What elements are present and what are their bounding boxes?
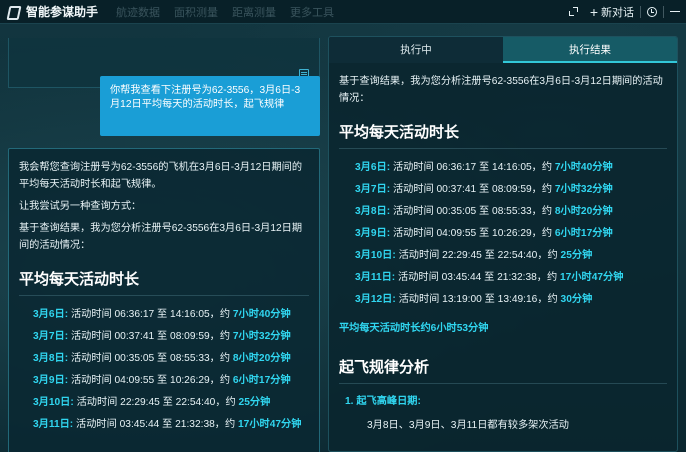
result-panel: 执行中 执行结果 基于查询结果，我为您分析注册号62-3556在3月6日-3月1…	[328, 36, 678, 452]
row-date: 3月12日:	[355, 294, 396, 305]
row-duration: 7小时40分钟	[554, 162, 613, 173]
result-body[interactable]: 基于查询结果，我为您分析注册号62-3556在3月6日-3月12日期间的活动情况…	[329, 63, 677, 436]
tab-result[interactable]: 执行结果	[503, 37, 677, 63]
title-bar: 智能参谋助手 航迹数据 面积测量 距离测量 更多工具 + 新对话	[0, 0, 686, 24]
activity-row: 3月11日: 活动时间 03:45:44 至 21:32:38，约 17小时47…	[19, 414, 309, 436]
history-button[interactable]	[641, 0, 663, 24]
tab-running[interactable]: 执行中	[329, 37, 503, 63]
result-tabs: 执行中 执行结果	[329, 37, 677, 63]
section-heading: 起飞规律分析	[339, 356, 667, 384]
row-text: 活动时间 00:35:05 至 08:55:33，约	[68, 353, 233, 364]
row-duration: 25分钟	[560, 250, 593, 261]
row-date: 3月10日:	[33, 397, 74, 408]
app-logo-icon	[6, 5, 20, 19]
row-duration: 7小时40分钟	[232, 309, 291, 320]
user-message-bubble: 你帮我查看下注册号为62-3556，3月6日-3月12日平均每天的活动时长，起飞…	[100, 76, 320, 136]
row-duration: 8小时20分钟	[554, 206, 613, 217]
bg-tab: 面积测量	[174, 6, 219, 19]
row-text: 活动时间 03:45:44 至 21:32:38，约	[395, 272, 560, 283]
row-date: 3月6日:	[355, 162, 391, 173]
activity-row: 3月9日: 活动时间 04:09:55 至 10:26:29，约 6小时17分钟	[339, 223, 667, 245]
activity-row: 3月11日: 活动时间 03:45:44 至 21:32:38，约 17小时47…	[339, 267, 667, 289]
row-date: 3月6日:	[33, 309, 69, 320]
activity-row: 3月10日: 活动时间 22:29:45 至 22:54:40，约 25分钟	[339, 245, 667, 267]
section-heading: 平均每天活动时长	[339, 121, 667, 149]
minimize-button[interactable]	[664, 0, 686, 24]
row-text: 活动时间 04:09:55 至 10:26:29，约	[390, 228, 555, 239]
row-date: 3月10日:	[355, 250, 396, 261]
app-title: 智能参谋助手	[26, 5, 99, 19]
row-text: 活动时间 06:36:17 至 14:16:05，约	[68, 309, 233, 320]
row-duration: 6小时17分钟	[554, 228, 613, 239]
row-duration: 7小时32分钟	[554, 184, 613, 195]
section-heading: 平均每天活动时长	[19, 268, 309, 296]
assistant-message-card: 我会帮您查询注册号为62-3556的飞机在3月6日-3月12日期间的平均每天活动…	[8, 148, 320, 452]
row-date: 3月9日:	[355, 228, 391, 239]
row-date: 3月8日:	[33, 353, 69, 364]
activity-row: 3月6日: 活动时间 06:36:17 至 14:16:05，约 7小时40分钟	[19, 304, 309, 326]
minimize-icon	[670, 10, 680, 13]
expand-icon	[568, 7, 578, 16]
background-tool-tabs: 航迹数据 面积测量 距离测量 更多工具	[116, 4, 334, 20]
clock-icon	[647, 6, 657, 17]
assistant-text: 我会帮您查询注册号为62-3556的飞机在3月6日-3月12日期间的平均每天活动…	[19, 162, 303, 190]
expand-button[interactable]	[563, 0, 584, 24]
activity-row: 3月10日: 活动时间 22:29:45 至 22:54:40，约 25分钟	[19, 392, 309, 414]
row-date: 3月11日:	[355, 272, 396, 283]
bg-tab: 航迹数据	[116, 6, 161, 19]
plus-icon: +	[589, 3, 598, 20]
row-duration: 25分钟	[238, 397, 271, 408]
row-duration: 17小时47分钟	[559, 272, 624, 283]
activity-row: 3月8日: 活动时间 00:35:05 至 08:55:33，约 8小时20分钟	[19, 348, 309, 370]
row-duration: 17小时47分钟	[237, 419, 302, 430]
row-date: 3月7日:	[33, 331, 69, 342]
bg-tab: 更多工具	[290, 6, 335, 19]
row-text: 活动时间 03:45:44 至 21:32:38，约	[73, 419, 238, 430]
row-date: 3月11日:	[33, 419, 74, 430]
average-summary: 平均每天活动时长约6小时53分钟	[339, 323, 489, 334]
row-text: 活动时间 13:19:00 至 13:49:16，约	[395, 294, 561, 305]
row-text: 活动时间 22:29:45 至 22:54:40，约	[395, 250, 561, 261]
row-duration: 30分钟	[560, 294, 593, 305]
row-duration: 7小时32分钟	[232, 331, 291, 342]
list-item: 1. 起飞高峰日期:	[345, 396, 421, 407]
activity-row: 3月8日: 活动时间 00:35:05 至 08:55:33，约 8小时20分钟	[339, 201, 667, 223]
activity-row: 3月9日: 活动时间 04:09:55 至 10:26:29，约 6小时17分钟	[19, 370, 309, 392]
row-text: 活动时间 00:37:41 至 08:09:59，约	[390, 184, 555, 195]
bg-tab: 距离测量	[232, 6, 277, 19]
row-text: 活动时间 00:37:41 至 08:09:59，约	[68, 331, 233, 342]
row-text: 活动时间 04:09:55 至 10:26:29，约	[68, 375, 233, 386]
activity-row: 3月12日: 活动时间 13:19:00 至 13:49:16，约 30分钟	[339, 289, 667, 311]
assistant-text: 基于查询结果，我为您分析注册号62-3556在3月6日-3月12日期间的活动情况…	[19, 223, 303, 251]
result-intro: 基于查询结果，我为您分析注册号62-3556在3月6日-3月12日期间的活动情况…	[339, 76, 663, 104]
activity-row: 3月7日: 活动时间 00:37:41 至 08:09:59，约 7小时32分钟	[19, 326, 309, 348]
new-chat-button[interactable]: + 新对话	[584, 0, 640, 24]
row-text: 活动时间 22:29:45 至 22:54:40，约	[73, 397, 239, 408]
row-duration: 6小时17分钟	[232, 375, 291, 386]
title-bar-actions: + 新对话	[563, 0, 686, 24]
row-date: 3月9日:	[33, 375, 69, 386]
list-item-text: 3月8日、3月9日、3月11日都有较多架次活动	[367, 420, 569, 431]
row-duration: 8小时20分钟	[232, 353, 291, 364]
new-chat-label: 新对话	[601, 6, 634, 19]
row-date: 3月7日:	[355, 184, 391, 195]
chat-panel[interactable]: 你帮我查看下注册号为62-3556，3月6日-3月12日平均每天的活动时长，起飞…	[8, 24, 320, 452]
activity-row: 3月6日: 活动时间 06:36:17 至 14:16:05，约 7小时40分钟	[339, 157, 667, 179]
row-text: 活动时间 06:36:17 至 14:16:05，约	[390, 162, 555, 173]
row-text: 活动时间 00:35:05 至 08:55:33，约	[390, 206, 555, 217]
assistant-text: 让我尝试另一种查询方式：	[19, 201, 142, 212]
activity-row: 3月7日: 活动时间 00:37:41 至 08:09:59，约 7小时32分钟	[339, 179, 667, 201]
row-date: 3月8日:	[355, 206, 391, 217]
